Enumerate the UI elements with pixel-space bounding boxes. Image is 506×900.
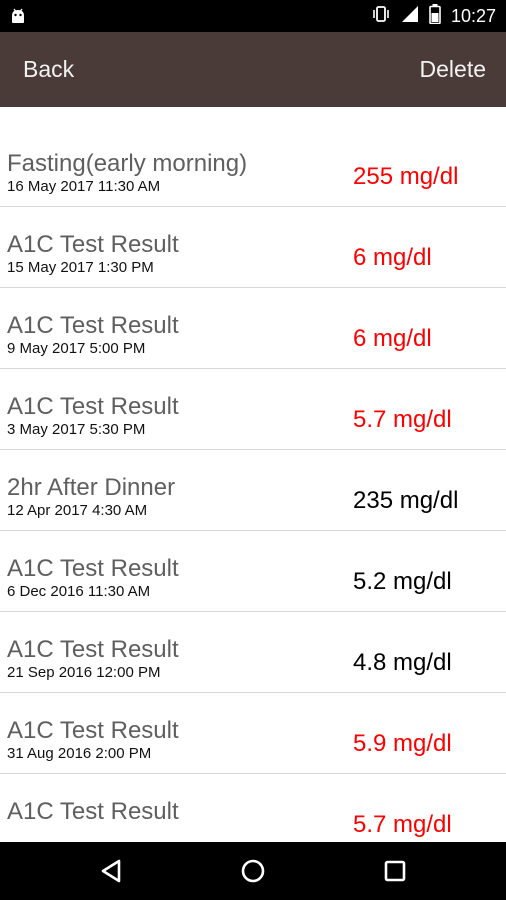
status-time: 10:27 bbox=[450, 6, 496, 26]
reading-title: A1C Test Result bbox=[7, 717, 179, 744]
screen: 10:27 Back Delete Fasting(early morning)… bbox=[0, 0, 506, 900]
nav-home-icon[interactable] bbox=[237, 855, 269, 887]
reading-title: A1C Test Result bbox=[7, 393, 179, 420]
reading-date: 6 Dec 2016 11:30 AM bbox=[7, 583, 151, 600]
list-item[interactable]: Fasting(early morning) 16 May 2017 11:30… bbox=[0, 126, 506, 207]
nav-recents-icon[interactable] bbox=[379, 855, 411, 887]
list-item[interactable]: A1C Test Result 15 May 2017 1:30 PM 6 mg… bbox=[0, 207, 506, 288]
list-item[interactable]: A1C Test Result 31 Aug 2016 2:00 PM 5.9 … bbox=[0, 693, 506, 774]
status-bar: 10:27 bbox=[0, 0, 506, 32]
list-item[interactable]: A1C Test Result 6 Dec 2016 11:30 AM 5.2 … bbox=[0, 531, 506, 612]
reading-title: A1C Test Result bbox=[7, 231, 179, 258]
navigation-bar bbox=[0, 842, 506, 900]
reading-value: 6 mg/dl bbox=[353, 325, 432, 352]
reading-date: 12 Apr 2017 4:30 AM bbox=[7, 502, 148, 519]
vibrate-icon bbox=[371, 4, 391, 29]
list-item[interactable]: A1C Test Result 9 May 2017 5:00 PM 6 mg/… bbox=[0, 288, 506, 369]
signal-icon bbox=[401, 5, 419, 28]
reading-date: 16 May 2017 11:30 AM bbox=[7, 178, 161, 195]
reading-value: 4.8 mg/dl bbox=[353, 649, 452, 676]
reading-value: 255 mg/dl bbox=[353, 163, 459, 190]
reading-value: 5.7 mg/dl bbox=[353, 811, 452, 838]
list-item[interactable]: A1C Test Result 5.7 mg/dl bbox=[0, 774, 506, 842]
reading-date: 15 May 2017 1:30 PM bbox=[7, 259, 154, 276]
reading-title: 2hr After Dinner bbox=[7, 474, 176, 501]
reading-value: 5.9 mg/dl bbox=[353, 730, 452, 757]
delete-button[interactable]: Delete bbox=[420, 32, 486, 107]
reading-title: A1C Test Result bbox=[7, 636, 179, 663]
app-bar: Back Delete bbox=[0, 32, 506, 107]
reading-value: 5.7 mg/dl bbox=[353, 406, 452, 433]
reading-title: A1C Test Result bbox=[7, 798, 179, 825]
reading-date: 3 May 2017 5:30 PM bbox=[7, 421, 146, 438]
readings-list[interactable]: Fasting(early morning) 16 May 2017 11:30… bbox=[0, 126, 506, 842]
nav-back-icon[interactable] bbox=[96, 855, 128, 887]
android-icon bbox=[8, 6, 28, 26]
reading-title: A1C Test Result bbox=[7, 312, 179, 339]
list-item[interactable]: 2hr After Dinner 12 Apr 2017 4:30 AM 235… bbox=[0, 450, 506, 531]
back-button[interactable]: Back bbox=[23, 32, 74, 107]
reading-value: 6 mg/dl bbox=[353, 244, 432, 271]
reading-title: A1C Test Result bbox=[7, 555, 179, 582]
reading-value: 5.2 mg/dl bbox=[353, 568, 452, 595]
reading-value: 235 mg/dl bbox=[353, 487, 459, 514]
reading-date: 31 Aug 2016 2:00 PM bbox=[7, 745, 152, 762]
battery-icon bbox=[429, 3, 441, 29]
list-item[interactable]: A1C Test Result 21 Sep 2016 12:00 PM 4.8… bbox=[0, 612, 506, 693]
list-item[interactable]: A1C Test Result 3 May 2017 5:30 PM 5.7 m… bbox=[0, 369, 506, 450]
reading-date: 21 Sep 2016 12:00 PM bbox=[7, 664, 161, 681]
reading-title: Fasting(early morning) bbox=[7, 150, 248, 177]
reading-date: 9 May 2017 5:00 PM bbox=[7, 340, 146, 357]
